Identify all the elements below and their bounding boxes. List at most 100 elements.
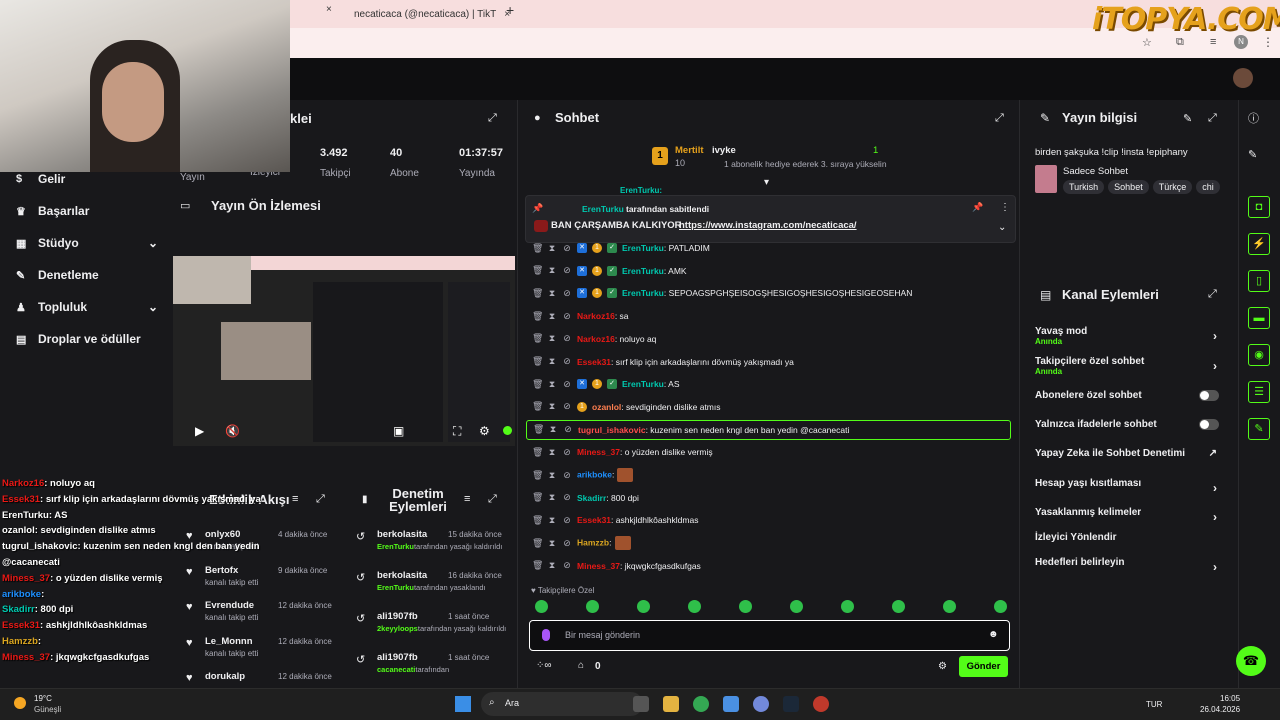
chat-username[interactable]: tugrul_ishakovic (578, 425, 646, 435)
channel-action[interactable]: Yasaklanmış kelimeler › (1035, 507, 1225, 529)
send-button[interactable]: Gönder (959, 656, 1008, 677)
tag-chip[interactable]: Sohbet (1108, 180, 1149, 194)
chat-message[interactable]: 🗑 ⧗ ⊘ arikboke: (532, 465, 1010, 485)
pinned-message[interactable]: 📌 ErenTurku tarafından sabitlendi BAN ÇA… (525, 195, 1016, 243)
delete-icon[interactable]: 🗑 (532, 356, 543, 367)
ban-icon[interactable]: ⊘ (562, 538, 572, 549)
chat-username[interactable]: Miness_37 (577, 447, 620, 457)
steam-icon[interactable] (783, 696, 799, 712)
chat-message[interactable]: 🗑 ⧗ ⊘ ✕ 1 ✓ ErenTurku: AMK (532, 261, 1010, 281)
file-explorer-icon[interactable] (663, 696, 679, 712)
delete-icon[interactable]: 🗑 (532, 401, 543, 412)
nav-basarilar[interactable]: ♛ Başarılar (16, 204, 89, 218)
delete-icon[interactable]: 🗑 (532, 560, 543, 571)
activity-user[interactable]: Bertofx (205, 565, 238, 576)
pin-icon[interactable]: 📌 (972, 202, 983, 213)
gift-user[interactable]: ivyke (712, 145, 736, 156)
emote-icon[interactable] (637, 600, 650, 613)
discord-icon[interactable] (753, 696, 769, 712)
delete-icon[interactable]: 🗑 (532, 243, 543, 254)
emote-icon[interactable] (892, 600, 905, 613)
modlog-user[interactable]: berkolasita (377, 570, 427, 581)
nav-denetleme[interactable]: ✎ Denetleme (16, 268, 99, 282)
timeout-icon[interactable]: ⧗ (547, 492, 557, 503)
delete-icon[interactable]: 🗑 (532, 447, 543, 458)
timeout-icon[interactable]: ⧗ (547, 288, 557, 299)
tab-close-icon[interactable]: × (326, 4, 332, 24)
chat-message[interactable]: 🗑 ⧗ ⊘ Hamzzb: (532, 533, 1010, 553)
ban-icon[interactable]: ⊘ (562, 265, 572, 276)
modlog-actor[interactable]: cacanecati (377, 665, 415, 674)
chat-username[interactable]: Essek31 (577, 515, 611, 525)
chat-message[interactable]: 🗑 ⧗ ⊘ Narkoz16: noluyo aq (532, 329, 1010, 349)
points-icon[interactable]: ⁘∞ (536, 660, 552, 671)
camera-icon[interactable]: ◘ (1248, 196, 1270, 218)
ban-icon[interactable]: ⊘ (562, 288, 572, 299)
weather-temp[interactable]: 19°C (34, 694, 52, 703)
popout-icon[interactable]: ⤢ (316, 493, 325, 506)
chat-username[interactable]: Skadirr (577, 493, 606, 503)
timeout-icon[interactable]: ⧗ (547, 538, 557, 549)
chat-message[interactable]: 🗑 ⧗ ⊘ ✕ 1 ✓ ErenTurku: SEPOAGSPGHŞEISOGŞHESIGO… (532, 283, 1010, 303)
ban-icon[interactable]: ⊘ (562, 492, 572, 503)
chat-message[interactable]: 🗑 ⧗ ⊘ Miness_37: o yüzden dislike vermiş (532, 442, 1010, 462)
toggle-switch[interactable] (1199, 390, 1219, 401)
fullscreen-icon[interactable]: ⛶ (453, 424, 461, 439)
chat-message[interactable]: 🗑 ⧗ ⊘ Essek31: sırf klip için arkadaşlarını… (532, 352, 1010, 372)
category-thumb[interactable] (1035, 165, 1057, 193)
edit-icon[interactable]: ✎ (1183, 112, 1192, 125)
tag-chip[interactable]: Türkçe (1152, 180, 1193, 194)
ban-icon[interactable]: ⊘ (562, 356, 572, 367)
nav-droplar[interactable]: ▤ Droplar ve ödüller (16, 332, 141, 346)
emote-icon[interactable] (790, 600, 803, 613)
chat-message[interactable]: 🗑 ⧗ ⊘ Miness_37: jkqwgkcfgasdkufgas (532, 556, 1010, 576)
popout-icon[interactable]: ⤢ (1208, 288, 1217, 301)
activity-user[interactable]: Le_Monnn (205, 636, 253, 647)
emote-icon[interactable] (535, 600, 548, 613)
timeout-icon[interactable]: ⧗ (547, 470, 557, 481)
menu-icon[interactable]: ⋮ (1262, 35, 1274, 49)
chrome-icon[interactable] (693, 696, 709, 712)
channel-action[interactable]: Hesap yaşı kısıtlaması › (1035, 478, 1225, 500)
emote-icon[interactable] (688, 600, 701, 613)
settings-icon[interactable]: ⚙ (479, 424, 490, 438)
filter-icon[interactable]: ≡ (292, 493, 298, 505)
layout-icon[interactable]: ☰ (1248, 381, 1270, 403)
ban-icon[interactable]: ⊘ (562, 243, 572, 254)
wrench-icon[interactable]: ✎ (1248, 418, 1270, 440)
chat-message[interactable]: 🗑 ⧗ ⊘ Essek31: ashkjldhlkôashkldmas (532, 510, 1010, 530)
ban-icon[interactable]: ⊘ (562, 379, 572, 390)
modlog-user[interactable]: ali1907fb (377, 652, 418, 663)
chevron-down-icon[interactable]: ⌄ (998, 222, 1006, 233)
delete-icon[interactable]: 🗑 (533, 424, 544, 435)
channel-action[interactable]: Yalnızca ifadelerle sohbet (1035, 419, 1225, 441)
chat-username[interactable]: ErenTurku (622, 243, 664, 253)
chat-message[interactable]: 🗑 ⧗ ⊘ 1 ozanlol: sevdiginden dislike atmıs (532, 397, 1010, 417)
chat-username[interactable]: Hamzzb (577, 537, 609, 547)
timeout-icon[interactable]: ⧗ (547, 333, 557, 344)
modlog-user[interactable]: berkolasita (377, 529, 427, 540)
chat-icon[interactable]: ▬ (1248, 307, 1270, 329)
timeout-icon[interactable]: ⧗ (547, 515, 557, 526)
filter-icon[interactable]: ≡ (464, 493, 470, 505)
category-name[interactable]: Sadece Sohbet (1063, 166, 1128, 177)
clipboard-icon[interactable]: ▯ (1248, 270, 1270, 292)
delete-icon[interactable]: 🗑 (532, 515, 543, 526)
emoji-icon[interactable]: ☻ (988, 629, 999, 640)
clock-time[interactable]: 16:05 (1220, 694, 1240, 703)
new-tab-button[interactable]: + (506, 2, 514, 22)
bolt-icon[interactable]: ⚡ (1248, 233, 1270, 255)
tag-chip[interactable]: Turkish (1063, 180, 1105, 194)
top-user[interactable]: Mertilt (675, 145, 704, 156)
windows-start-icon[interactable] (455, 696, 471, 712)
info-icon[interactable]: ⓘ (1248, 110, 1270, 132)
chat-message[interactable]: 🗑 ⧗ ⊘ Narkoz16: sa (532, 306, 1010, 326)
chat-message[interactable]: 🗑 ⧗ ⊘ Skadirr: 800 dpi (532, 488, 1010, 508)
modlog-actor[interactable]: ErenTurku (377, 583, 414, 592)
popout-icon[interactable]: ⤢ (488, 493, 497, 506)
chat-username[interactable]: Narkoz16 (577, 334, 615, 344)
bookmark-star-icon[interactable]: ☆ (1142, 36, 1152, 49)
chat-input[interactable]: Bir mesaj gönderin ☻ (529, 620, 1010, 651)
language[interactable]: TUR (1146, 700, 1162, 709)
channel-action[interactable]: Yapay Zeka ile Sohbet Denetimi ↗ (1035, 448, 1225, 470)
